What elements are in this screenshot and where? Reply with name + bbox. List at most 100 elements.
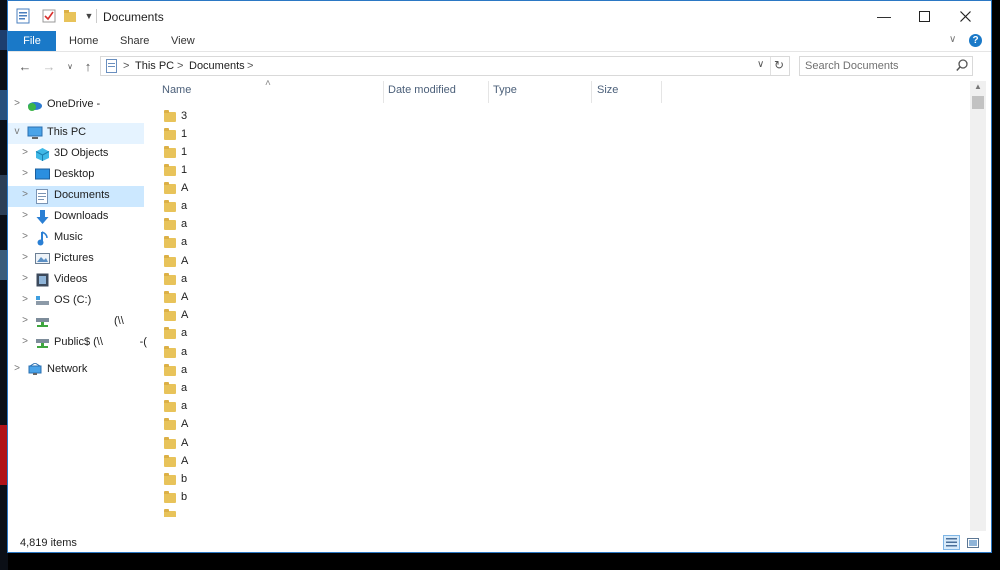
column-separator[interactable]	[383, 81, 384, 103]
address-bar[interactable]: > This PC > Documents > ∨ ↻	[100, 56, 790, 76]
nav-item-downloads[interactable]: > Downloads	[8, 207, 144, 228]
customize-toolbar-icon[interactable]: ▼	[81, 8, 97, 24]
tab-view[interactable]: View	[171, 31, 195, 51]
list-item[interactable]: 1	[164, 164, 364, 182]
new-folder-icon[interactable]	[62, 8, 78, 24]
chevron-down-icon[interactable]: v	[12, 126, 22, 137]
nav-item-documents[interactable]: > Documents	[8, 186, 144, 207]
back-button[interactable]: ←	[16, 57, 34, 75]
file-name: a	[181, 218, 188, 230]
chevron-right-icon[interactable]: >	[20, 147, 30, 158]
list-item[interactable]: a	[164, 200, 364, 218]
list-item[interactable]: a	[164, 400, 364, 418]
breadcrumb-this-pc[interactable]: This PC	[135, 60, 174, 72]
up-button[interactable]: ↑	[79, 57, 97, 75]
nav-item-this-pc[interactable]: v This PC	[8, 123, 144, 144]
chevron-right-icon[interactable]: >	[20, 168, 30, 179]
list-item[interactable]: b	[164, 491, 364, 509]
list-item[interactable]: A	[164, 291, 364, 309]
breadcrumb-separator[interactable]: >	[247, 60, 253, 72]
recent-locations-icon[interactable]: ∨	[61, 57, 79, 75]
nav-item-network[interactable]: > Network	[8, 360, 144, 381]
column-header-date-modified[interactable]: Date modified	[388, 84, 456, 96]
nav-item-music[interactable]: > Music	[8, 228, 144, 249]
chevron-right-icon[interactable]: >	[20, 294, 30, 305]
list-item[interactable]: A	[164, 455, 364, 473]
list-item[interactable]: A	[164, 182, 364, 200]
list-item[interactable]: A	[164, 437, 364, 455]
tab-home[interactable]: Home	[69, 31, 98, 51]
nav-item-videos[interactable]: > Videos	[8, 270, 144, 291]
properties-check-icon[interactable]	[41, 8, 57, 24]
chevron-right-icon[interactable]: >	[20, 273, 30, 284]
chevron-right-icon[interactable]: >	[20, 315, 30, 326]
search-box[interactable]	[799, 56, 973, 76]
chevron-right-icon[interactable]: >	[20, 336, 30, 347]
chevron-right-icon[interactable]: >	[20, 252, 30, 263]
folder-icon	[164, 455, 176, 467]
nav-item-network-drive[interactable]: > (\\	[8, 312, 144, 333]
search-icon[interactable]	[956, 59, 968, 75]
list-item[interactable]: 1	[164, 128, 364, 146]
scroll-up-arrow[interactable]: ▲	[974, 82, 982, 91]
scrollbar-thumb[interactable]	[972, 96, 984, 109]
document-properties-icon[interactable]	[15, 8, 31, 24]
tab-file[interactable]: File	[8, 31, 56, 51]
nav-item-onedrive[interactable]: > OneDrive -	[8, 95, 144, 116]
file-list: ˄ Name Date modified Type Size 3 1 1 1 A…	[152, 78, 970, 531]
list-item[interactable]: a	[164, 346, 364, 364]
pictures-icon	[35, 252, 51, 267]
list-item[interactable]: a	[164, 273, 364, 291]
column-header-name[interactable]: Name	[162, 84, 191, 96]
column-header-size[interactable]: Size	[597, 84, 618, 96]
list-item[interactable]: A	[164, 255, 364, 273]
breadcrumb-separator[interactable]: >	[177, 60, 183, 72]
details-view-button[interactable]	[943, 535, 960, 550]
nav-label: Videos	[54, 273, 88, 285]
list-item[interactable]: 1	[164, 146, 364, 164]
search-input[interactable]	[805, 59, 955, 73]
tab-share[interactable]: Share	[120, 31, 149, 51]
breadcrumb-separator[interactable]: >	[123, 60, 129, 72]
nav-item-desktop[interactable]: > Desktop	[8, 165, 144, 186]
column-separator[interactable]	[488, 81, 489, 103]
breadcrumb-documents[interactable]: Documents	[189, 60, 245, 72]
list-item[interactable]: 3	[164, 110, 364, 128]
list-item[interactable]: a	[164, 364, 364, 382]
chevron-right-icon[interactable]: >	[12, 363, 22, 374]
title-bar: ▼ Documents —	[8, 1, 991, 31]
list-item[interactable]: a	[164, 218, 364, 236]
chevron-right-icon[interactable]: >	[20, 231, 30, 242]
help-icon[interactable]: ?	[969, 34, 982, 47]
column-separator[interactable]	[661, 81, 662, 103]
list-item[interactable]	[164, 509, 364, 517]
nav-item-os-c[interactable]: > OS (C:)	[8, 291, 144, 312]
large-icons-view-button[interactable]	[964, 535, 981, 550]
list-item[interactable]: a	[164, 236, 364, 254]
navigation-pane: > OneDrive - v This PC > 3D Objects > De…	[8, 81, 147, 531]
download-icon	[36, 210, 52, 225]
column-separator[interactable]	[591, 81, 592, 103]
close-button[interactable]	[945, 1, 985, 31]
nav-item-3d-objects[interactable]: > 3D Objects	[8, 144, 144, 165]
list-item[interactable]: A	[164, 418, 364, 436]
refresh-icon[interactable]: ↻	[774, 58, 784, 72]
minimize-button[interactable]: —	[864, 1, 904, 31]
vertical-scrollbar[interactable]: ▲	[970, 81, 986, 531]
forward-button[interactable]: →	[40, 57, 58, 75]
folder-icon	[164, 491, 176, 503]
list-item[interactable]: a	[164, 327, 364, 345]
nav-label: Public$ (\\ -(	[54, 336, 147, 348]
chevron-right-icon[interactable]: >	[20, 189, 30, 200]
chevron-right-icon[interactable]: >	[12, 98, 22, 109]
column-header-type[interactable]: Type	[493, 84, 517, 96]
address-dropdown-icon[interactable]: ∨	[757, 59, 764, 70]
chevron-right-icon[interactable]: >	[20, 210, 30, 221]
nav-item-public-share[interactable]: > Public$ (\\ -(	[8, 333, 147, 354]
nav-item-pictures[interactable]: > Pictures	[8, 249, 144, 270]
list-item[interactable]: a	[164, 382, 364, 400]
list-item[interactable]: A	[164, 309, 364, 327]
maximize-button[interactable]	[904, 1, 944, 31]
expand-ribbon-icon[interactable]: ∨	[949, 34, 956, 45]
list-item[interactable]: b	[164, 473, 364, 491]
